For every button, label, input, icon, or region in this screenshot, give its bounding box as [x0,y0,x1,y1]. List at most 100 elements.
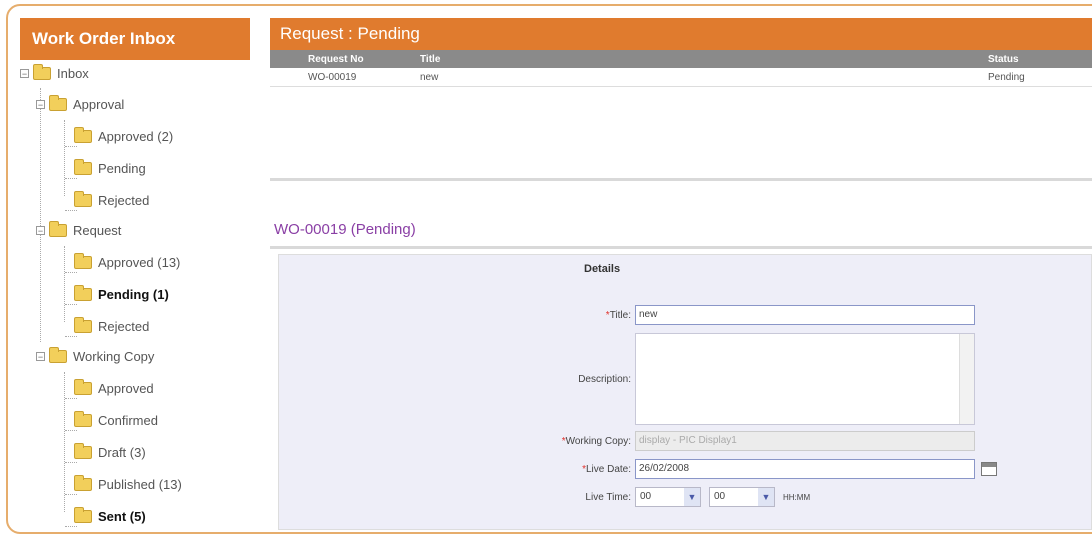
column-header-request-no[interactable]: Request No [270,50,414,68]
folder-icon [74,442,92,459]
tree-node-label: Working Copy [73,348,155,364]
tree-node-label: Approved [98,380,154,396]
tree-node-label: Pending [98,160,146,176]
tree-node-approval-pending[interactable]: Pending [74,158,146,178]
tree-node-working-copy-published[interactable]: Published (13) [74,474,182,494]
live-date-label: *Live Date: [582,463,631,475]
tree-node-approval-rejected[interactable]: Rejected [74,190,149,210]
tree-node-label: Sent (5) [98,508,146,524]
tree-node-working-copy[interactable]: − Working Copy [36,346,154,366]
time-format-hint: HH:MM [783,492,811,502]
description-row: Description: [541,333,975,425]
tree-node-working-copy-draft[interactable]: Draft (3) [74,442,146,462]
folder-icon [49,220,67,237]
tree-line [65,210,77,211]
collapse-icon[interactable]: − [36,225,45,235]
live-date-input[interactable]: 26/02/2008 [635,459,975,479]
scrollbar[interactable] [959,334,974,424]
tree-node-label: Rejected [98,318,150,334]
details-panel: Details *Title: new Description: *Workin… [278,254,1092,530]
folder-icon [74,126,92,143]
tree-line [65,526,77,527]
column-header-status[interactable]: Status [982,50,1092,68]
title-row: *Title: new [541,305,975,325]
divider [270,246,1092,249]
column-header-title[interactable]: Title [414,50,982,68]
live-time-label: Live Time: [585,491,631,503]
details-title: Details [584,263,621,275]
live-time-row: Live Time: 00 ▼ 00 ▼ HH:MM [541,487,810,507]
chevron-down-icon[interactable]: ▼ [684,488,700,506]
tree-line [64,372,65,512]
tree-node-label: Draft (3) [98,444,146,460]
tree-line [65,430,77,431]
working-copy-select[interactable]: display - PIC Display1 [635,431,975,451]
tree-node-label: Pending (1) [98,286,169,302]
live-time-hour-select[interactable]: 00 ▼ [635,487,701,507]
collapse-icon[interactable]: − [36,351,45,361]
cell-request-no[interactable]: WO-00019 [270,68,414,87]
calendar-icon[interactable] [981,462,997,476]
sidebar-title: Work Order Inbox [20,18,250,60]
working-copy-label: *Working Copy: [561,435,631,447]
collapse-icon[interactable]: − [20,68,29,78]
folder-icon [74,284,92,301]
tree-line [64,120,65,196]
work-order-title: WO-00019 (Pending) [274,221,416,238]
cell-title[interactable]: new [414,68,982,87]
folder-icon [74,316,92,333]
tree-line [65,398,77,399]
tree-node-approval-approved[interactable]: Approved (2) [74,126,173,146]
live-date-row: *Live Date: 26/02/2008 [541,459,997,479]
title-label: *Title: [605,309,631,321]
chevron-down-icon[interactable]: ▼ [758,488,774,506]
tree-node-label: Rejected [98,192,150,208]
tree-line [40,88,41,342]
tree-node-label: Approved (2) [98,128,174,144]
tree-line [65,146,77,147]
main-panel: Request : Pending Request No Title Statu… [270,18,1092,530]
tree-node-request-rejected[interactable]: Rejected [74,316,149,336]
folder-icon [74,506,92,523]
folder-icon [74,190,92,207]
tree-node-label: Approval [73,96,125,112]
tree-node-request[interactable]: − Request [36,220,121,240]
tree-line [65,178,77,179]
sidebar: Work Order Inbox − Inbox − Approval Appr… [20,18,250,530]
tree-node-approval[interactable]: − Approval [36,94,124,114]
folder-icon [49,346,67,363]
tree-line [65,494,77,495]
cell-status[interactable]: Pending [982,68,1092,87]
tree-node-label: Published (13) [98,476,182,492]
folder-icon [74,158,92,175]
tree-node-label: Approved (13) [98,254,181,270]
folder-icon [74,378,92,395]
collapse-icon[interactable]: − [36,99,45,109]
minute-value: 00 [714,491,726,502]
live-time-minute-select[interactable]: 00 ▼ [709,487,775,507]
table-header-row: Request No Title Status [270,50,1092,68]
tree-node-working-copy-confirmed[interactable]: Confirmed [74,410,158,430]
tree-node-label: Inbox [57,65,89,81]
folder-icon [74,474,92,491]
tree-node-request-pending[interactable]: Pending (1) [74,284,169,304]
description-textarea[interactable] [635,333,975,425]
title-input[interactable]: new [635,305,975,325]
request-table: Request No Title Status WO-00019 new Pen… [270,50,1092,87]
hour-value: 00 [640,491,652,502]
description-label: Description: [578,373,631,385]
folder-icon [74,252,92,269]
tree-node-working-copy-approved[interactable]: Approved [74,378,154,398]
table-row[interactable]: WO-00019 new Pending [270,68,1092,87]
tree-node-inbox[interactable]: − Inbox [20,63,89,83]
tree-node-request-approved[interactable]: Approved (13) [74,252,180,272]
tree-line [65,336,77,337]
tree-node-working-copy-sent[interactable]: Sent (5) [74,506,146,526]
working-copy-row: *Working Copy: display - PIC Display1 [541,431,975,451]
divider [270,178,1092,181]
panel-title: Request : Pending [270,18,1092,50]
folder-icon [49,94,67,111]
tree-line [64,246,65,322]
tree-node-label: Request [73,222,122,238]
tree-line [65,304,77,305]
